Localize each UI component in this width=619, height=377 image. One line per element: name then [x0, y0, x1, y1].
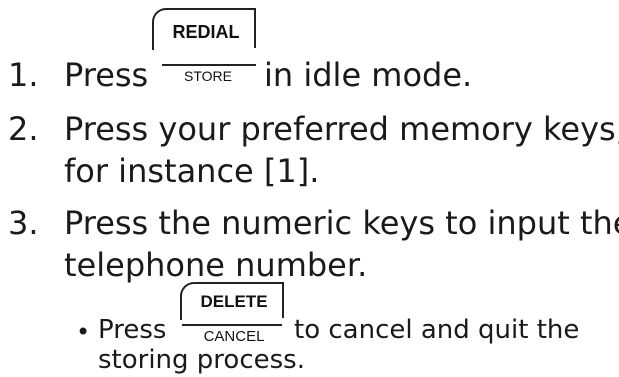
bullet-icon: • [76, 318, 91, 346]
step-number-3: 3. [8, 204, 39, 242]
step-1-press: Press [64, 56, 149, 94]
key-divider [182, 324, 282, 326]
step-2-line-2: for instance [1]. [64, 152, 320, 190]
sub-step-press: Press [98, 315, 167, 345]
step-3-line-1: Press the numeric keys to input the [64, 204, 619, 242]
store-label: STORE [184, 68, 232, 84]
key-divider [162, 64, 256, 66]
cancel-label: CANCEL [203, 328, 265, 345]
sub-step-text: to cancel and quit the [294, 315, 580, 345]
step-3-line-2: telephone number. [64, 246, 368, 284]
redial-store-key[interactable]: REDIAL STORE [150, 6, 260, 84]
step-2-line-1: Press your preferred memory keys, [64, 110, 619, 148]
delete-label: DELETE [200, 292, 268, 311]
sub-step-line-2: storing process. [98, 345, 305, 375]
delete-cancel-key[interactable]: DELETE CANCEL [178, 280, 288, 345]
step-number-1: 1. [8, 56, 39, 94]
step-number-2: 2. [8, 110, 39, 148]
step-1-text: in idle mode. [264, 56, 473, 94]
redial-label: REDIAL [172, 22, 240, 42]
